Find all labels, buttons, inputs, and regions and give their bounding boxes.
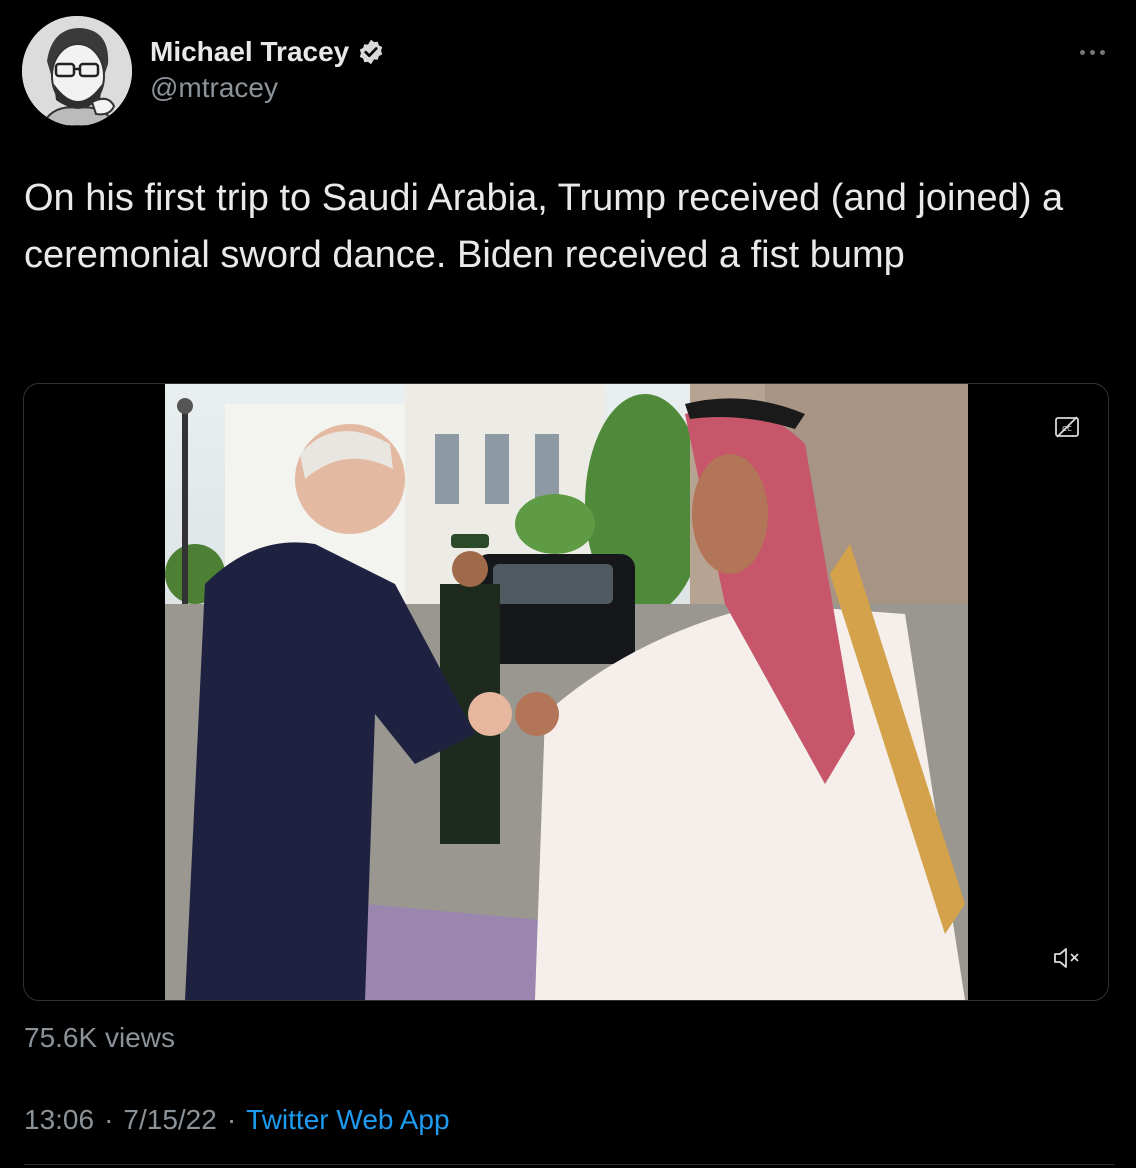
more-options-icon[interactable] bbox=[1072, 38, 1112, 66]
user-handle[interactable]: @mtracey bbox=[150, 72, 278, 104]
source-link[interactable]: Twitter Web App bbox=[246, 1104, 449, 1136]
avatar-illustration bbox=[22, 16, 132, 126]
tweet-text: On his first trip to Saudi Arabia, Trump… bbox=[24, 177, 1064, 276]
video-frame[interactable] bbox=[165, 384, 968, 1000]
mute-icon[interactable] bbox=[1052, 944, 1082, 972]
dot bbox=[1079, 49, 1085, 55]
separator: · bbox=[104, 1104, 114, 1135]
tweet-time[interactable]: 13:06 bbox=[24, 1104, 94, 1136]
video-player[interactable]: cc bbox=[23, 383, 1109, 1001]
tweet-date[interactable]: 7/15/22 bbox=[123, 1104, 216, 1136]
dot bbox=[1099, 49, 1105, 55]
cc-icon[interactable]: cc bbox=[1054, 414, 1080, 440]
dot bbox=[1089, 49, 1095, 55]
verified-badge-icon bbox=[360, 39, 383, 65]
svg-text:cc: cc bbox=[1062, 424, 1072, 434]
user-name-row[interactable]: Michael Tracey bbox=[150, 36, 385, 68]
user-name[interactable]: Michael Tracey bbox=[150, 36, 349, 68]
tweet-meta: 13:06 · 7/15/22 · Twitter Web App bbox=[24, 1104, 450, 1136]
separator: · bbox=[226, 1104, 237, 1135]
avatar[interactable] bbox=[22, 16, 132, 126]
video-thumbnail bbox=[165, 384, 968, 1000]
view-count: 75.6K views bbox=[24, 1022, 175, 1053]
divider bbox=[24, 1164, 1114, 1165]
